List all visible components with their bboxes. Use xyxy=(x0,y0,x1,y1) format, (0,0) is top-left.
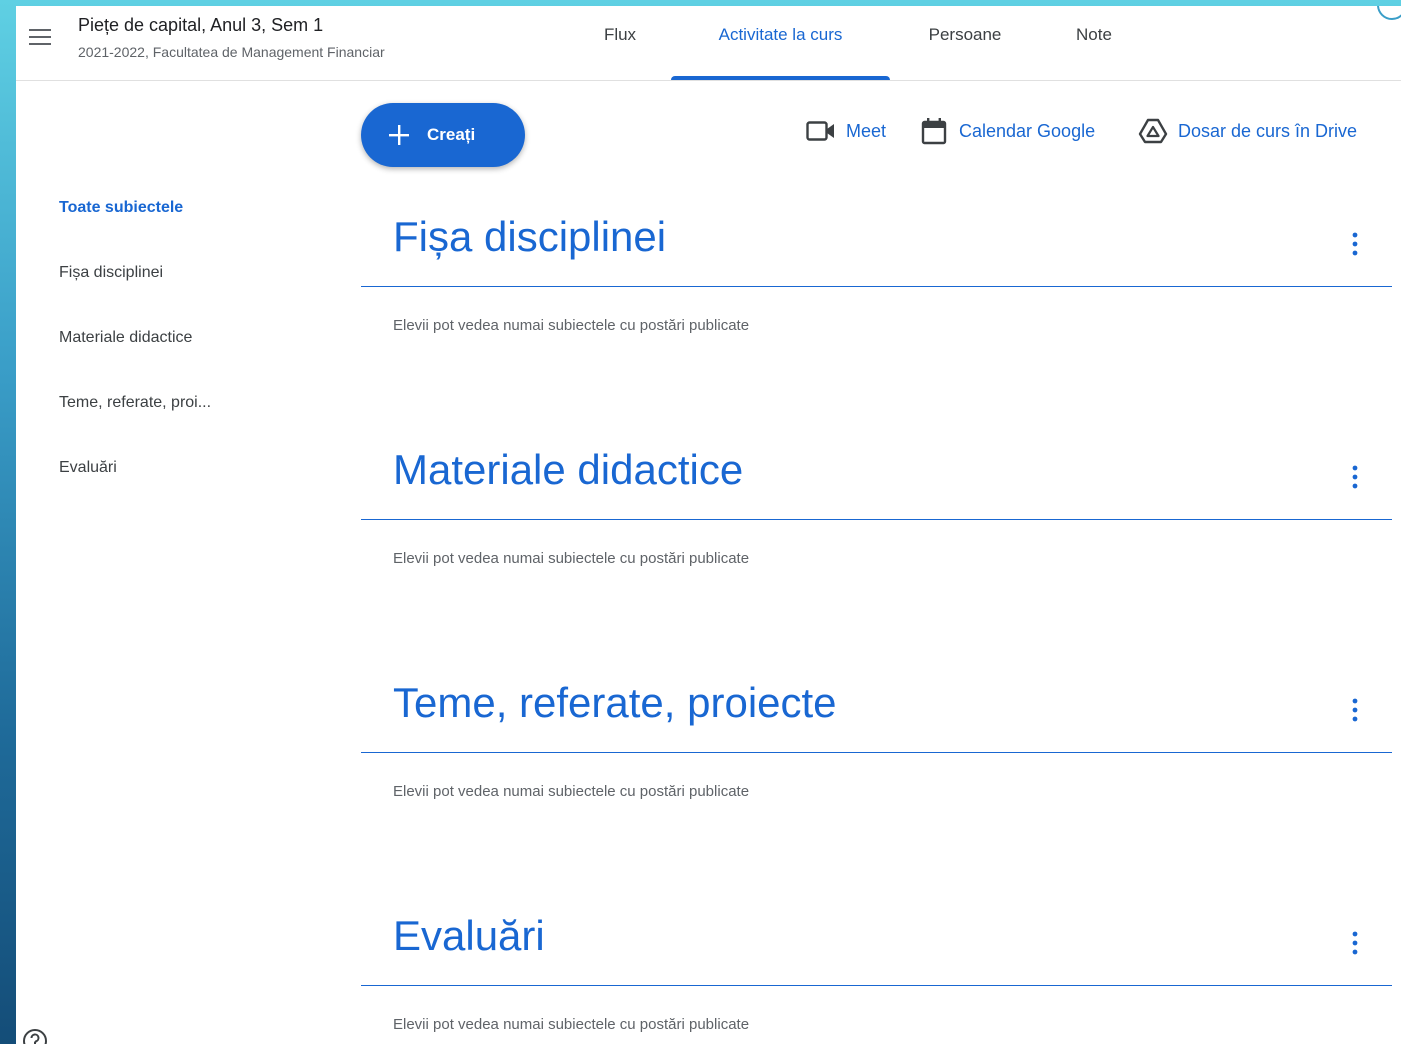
topic-visibility-note: Elevii pot vedea numai subiectele cu pos… xyxy=(393,317,750,334)
calendar-link[interactable]: Calendar Google xyxy=(919,116,1095,146)
tab-persoane[interactable]: Persoane xyxy=(906,6,1024,80)
topic-divider xyxy=(361,985,1392,986)
tab-bar: Flux Activitate la curs Persoane Note xyxy=(16,6,1401,80)
create-button-label: Creați xyxy=(427,125,476,144)
plus-icon xyxy=(385,121,413,149)
meet-link[interactable]: Meet xyxy=(806,116,886,146)
video-camera-icon xyxy=(806,116,836,146)
topic-title[interactable]: Evaluări xyxy=(393,912,545,960)
topic-divider xyxy=(361,286,1392,287)
calendar-icon xyxy=(919,116,949,146)
more-vert-icon[interactable] xyxy=(1340,227,1370,261)
drive-folder-link[interactable]: Dosar de curs în Drive xyxy=(1138,116,1357,146)
topic-title[interactable]: Fișa disciplinei xyxy=(393,213,666,261)
drive-icon xyxy=(1138,116,1168,146)
sidebar-item-fisa-disciplinei[interactable]: Fișa disciplinei xyxy=(59,264,163,282)
sidebar-item-teme-referate[interactable]: Teme, referate, proi... xyxy=(59,394,211,412)
more-vert-icon[interactable] xyxy=(1340,693,1370,727)
topic-visibility-note: Elevii pot vedea numai subiectele cu pos… xyxy=(393,550,750,567)
create-button[interactable]: Creați xyxy=(361,103,525,167)
topic-title[interactable]: Teme, referate, proiecte xyxy=(393,679,837,727)
topic-visibility-note: Elevii pot vedea numai subiectele cu pos… xyxy=(393,1016,750,1033)
more-vert-icon[interactable] xyxy=(1340,926,1370,960)
topic-divider xyxy=(361,519,1392,520)
topic-title[interactable]: Materiale didactice xyxy=(393,446,743,494)
tab-note[interactable]: Note xyxy=(1056,6,1132,80)
topic-divider xyxy=(361,752,1392,753)
sidebar-item-materiale-didactice[interactable]: Materiale didactice xyxy=(59,329,192,347)
drive-folder-link-label: Dosar de curs în Drive xyxy=(1178,120,1358,141)
topic-visibility-note: Elevii pot vedea numai subiectele cu pos… xyxy=(393,783,750,800)
sidebar-item-toate-subiectele[interactable]: Toate subiectele xyxy=(59,199,183,217)
help-icon[interactable] xyxy=(22,1028,48,1044)
tab-activitate-la-curs[interactable]: Activitate la curs xyxy=(671,6,890,80)
tab-flux[interactable]: Flux xyxy=(586,6,654,80)
meet-link-label: Meet xyxy=(846,120,887,141)
classroom-window: Piețe de capital, Anul 3, Sem 1 2021-202… xyxy=(16,6,1401,1044)
app-header: Piețe de capital, Anul 3, Sem 1 2021-202… xyxy=(16,6,1401,81)
sidebar-item-evaluari[interactable]: Evaluări xyxy=(59,459,117,477)
calendar-link-label: Calendar Google xyxy=(959,120,1096,141)
more-vert-icon[interactable] xyxy=(1340,460,1370,494)
